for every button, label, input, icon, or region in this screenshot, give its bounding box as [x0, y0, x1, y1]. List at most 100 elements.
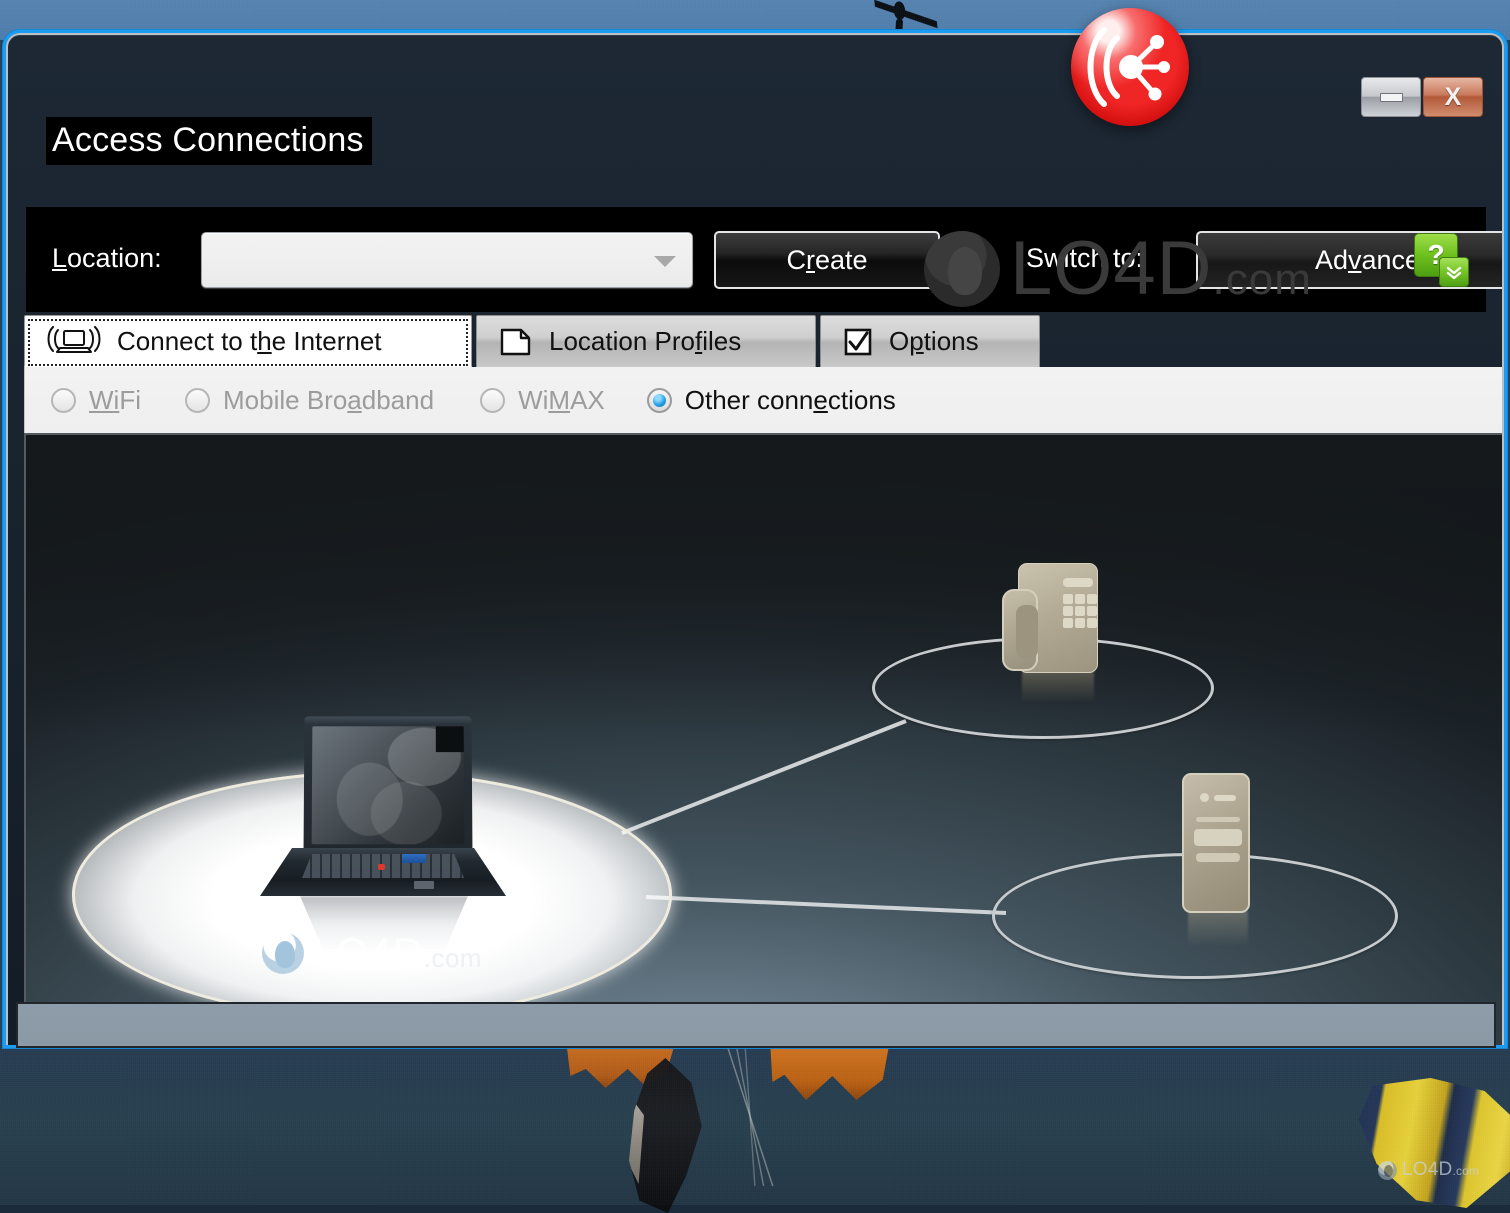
advanced-accesskey: v: [1348, 245, 1362, 276]
radio-label-pre: Mobile Bro: [223, 385, 347, 415]
radio-wifi[interactable]: WiFi: [51, 385, 141, 416]
location-label-text: ocation:: [67, 243, 162, 273]
tower-body: [1182, 773, 1250, 913]
radio-label: WiFi: [89, 385, 141, 416]
tab-label-post: iles: [702, 326, 741, 356]
radio-label-post: ctions: [828, 385, 896, 415]
tower-power-led: [1200, 793, 1209, 802]
tab-accesskey: p: [909, 326, 923, 356]
tab-label-pre: Location Pro: [549, 326, 695, 356]
laptop-screen: [312, 726, 465, 844]
toolbar: Location: Create Switch to: Advanced: [26, 207, 1486, 312]
tower-drive-bay-3: [1196, 853, 1240, 862]
laptop-badge: [402, 854, 426, 863]
location-combobox[interactable]: [201, 232, 693, 288]
radio-other-connections[interactable]: Other connections: [647, 385, 896, 416]
tab-label-pre: O: [889, 326, 909, 356]
tab-label: Options: [889, 326, 979, 357]
radio-label-pre: Wi: [518, 385, 548, 415]
radio-wimax[interactable]: WiMAX: [480, 385, 605, 416]
tab-label-post: e Internet: [272, 326, 382, 356]
lo4d-logo-icon: [262, 932, 304, 974]
tower-drive-bay-2: [1194, 829, 1242, 846]
tab-options[interactable]: Options: [820, 315, 1040, 367]
page-title: Access Connections: [46, 117, 372, 165]
watermark-suffix: .com: [1452, 1164, 1479, 1178]
radio-mobile-broadband[interactable]: Mobile Broadband: [185, 385, 434, 416]
chevron-down-icon: [654, 256, 676, 267]
laptop-icon: [260, 716, 506, 914]
phone-display: [1063, 578, 1093, 587]
phone-keypad: [1063, 594, 1097, 632]
minimize-icon: [1380, 93, 1403, 102]
connection-diagram-panel: LO4D.com: [24, 433, 1504, 1045]
create-accesskey: r: [806, 245, 815, 276]
connection-type-radio-group: WiFi Mobile Broadband WiMAX Other connec…: [24, 367, 1504, 433]
tab-location-profiles[interactable]: Location Profiles: [476, 315, 816, 367]
location-label: Location:: [52, 243, 162, 274]
phone-handset: [1002, 589, 1038, 671]
window-controls: X: [1361, 77, 1483, 117]
location-accesskey: L: [52, 243, 67, 273]
minimize-button[interactable]: [1361, 77, 1421, 117]
access-connections-window: Access Connections X Location: Create Sw…: [6, 33, 1504, 1045]
watermark-suffix: .com: [424, 943, 482, 973]
tabstrip: Connect to the Internet Location Profile…: [24, 315, 1504, 367]
diagram-watermark: LO4D.com: [262, 929, 482, 977]
tab-label-pre: Connect to t: [117, 326, 257, 356]
laptop-brand-logo: [414, 881, 434, 889]
laptop-lid: [304, 716, 473, 852]
checkbox-checked-icon: [843, 327, 873, 357]
watermark-brand: LO4D: [1402, 1159, 1452, 1180]
radio-label-pre: Other conn: [685, 385, 814, 415]
access-connections-logo-icon: [1071, 8, 1189, 126]
sky-lower-band: [0, 1045, 1510, 1205]
radio-label-post: Fi: [119, 385, 141, 415]
close-button[interactable]: X: [1423, 77, 1483, 117]
radio-label-post: AX: [570, 385, 605, 415]
tower-reflection: [1188, 911, 1248, 947]
radio-label-post: dband: [362, 385, 434, 415]
laptop-trackpoint-icon: [378, 864, 385, 870]
tab-connect-to-the-internet[interactable]: Connect to the Internet: [24, 315, 472, 367]
tab-label: Connect to the Internet: [117, 326, 382, 357]
laptop-wireless-icon: [47, 326, 101, 356]
tab-accesskey: h: [257, 326, 271, 356]
radio-label: WiMAX: [518, 385, 605, 416]
watermark-text: LO4D.com: [1402, 1159, 1479, 1181]
radio-accesskey: M: [548, 385, 570, 415]
tower-drive-bay-1: [1196, 817, 1240, 822]
page-document-icon: [499, 327, 533, 357]
link-laptop-tower: [646, 897, 1006, 913]
desktop-tower-icon: [1182, 773, 1254, 913]
create-label-post: eate: [815, 245, 868, 276]
title-area: Access Connections: [46, 117, 372, 165]
radio-label-pre: W: [89, 385, 114, 415]
radio-indicator: [480, 388, 505, 413]
lo4d-logo-icon: [1378, 1161, 1397, 1180]
window-footer-strip: [16, 1002, 1496, 1048]
tower-power-button: [1214, 795, 1236, 801]
telephone-modem-icon: [1002, 563, 1098, 679]
radio-label: Mobile Broadband: [223, 385, 434, 416]
desktop-watermark: LO4D.com: [1378, 1159, 1479, 1181]
radio-indicator: [185, 388, 210, 413]
radio-label: Other connections: [685, 385, 896, 416]
help-button[interactable]: ?: [1414, 233, 1470, 285]
chevron-double-down-icon[interactable]: [1439, 257, 1469, 287]
advanced-label-pre: Ad: [1315, 245, 1348, 276]
switch-to-label: Switch to:: [1026, 243, 1143, 274]
radio-indicator: [51, 388, 76, 413]
tab-label: Location Profiles: [549, 326, 741, 357]
create-button[interactable]: Create: [714, 231, 940, 289]
network-diagram: LO4D.com: [26, 435, 1502, 1045]
watermark-text: LO4D.com: [312, 929, 482, 977]
create-label-pre: C: [786, 245, 806, 276]
radio-accesskey: a: [347, 385, 361, 415]
watermark-brand: LO4D: [312, 929, 424, 976]
phone-reflection: [1022, 671, 1094, 703]
radio-accesskey: e: [813, 385, 827, 415]
tab-label-post: tions: [924, 326, 979, 356]
close-icon: X: [1445, 85, 1462, 110]
radio-indicator: [647, 388, 672, 413]
